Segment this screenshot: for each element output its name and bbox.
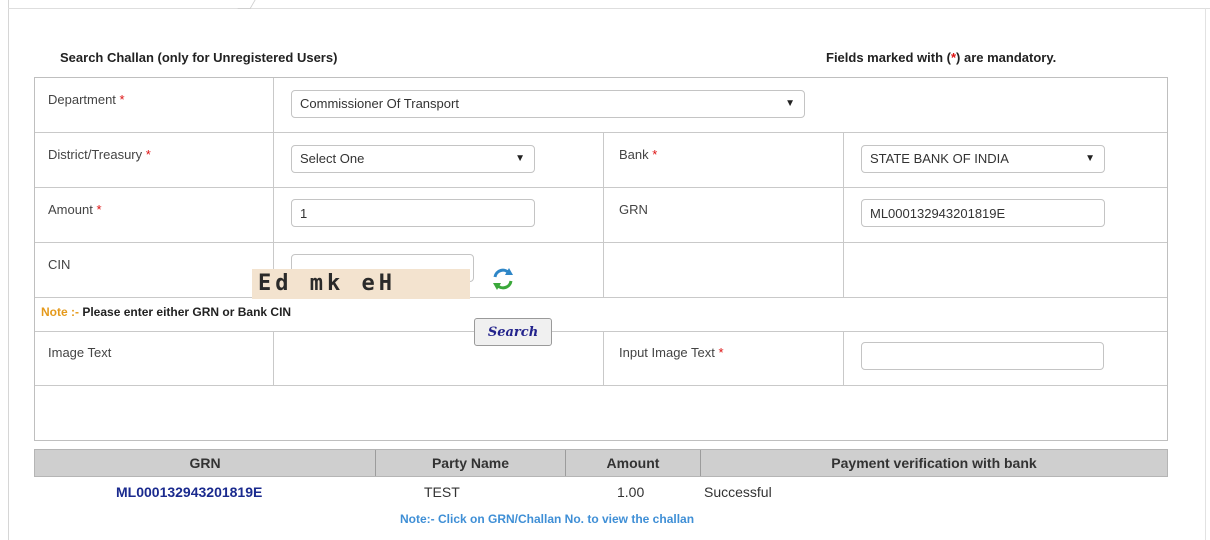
image-text-label: Image Text: [48, 345, 112, 360]
refresh-captcha-icon[interactable]: [490, 266, 516, 292]
row-divider: [35, 242, 1167, 243]
page-frame-top: [8, 8, 1210, 9]
grn-label: GRN: [619, 202, 648, 217]
department-select[interactable]: Commissioner Of Transport ▼: [291, 90, 805, 118]
row-divider: [35, 132, 1167, 133]
results-header: GRN Party Name Amount Payment verificati…: [34, 449, 1168, 477]
bank-label: Bank *: [619, 147, 658, 162]
column-header-payment-verification: Payment verification with bank: [831, 455, 1037, 471]
row-divider: [35, 331, 1167, 332]
grn-cin-note: Note :- Please enter either GRN or Bank …: [41, 305, 292, 319]
table-row: ML000132943201819E TEST 1.00 Successful: [34, 484, 1168, 508]
input-image-text-label: Input Image Text *: [619, 345, 724, 360]
department-label: Department *: [48, 92, 125, 107]
column-header-grn: GRN: [35, 450, 376, 476]
col-divider: [843, 331, 844, 385]
bank-select[interactable]: STATE BANK OF INDIA ▼: [861, 145, 1105, 173]
amount-input[interactable]: [291, 199, 535, 227]
search-form: Department * Commissioner Of Transport ▼…: [34, 77, 1168, 441]
amount-label: Amount *: [48, 202, 102, 217]
district-label: District/Treasury *: [48, 147, 151, 162]
search-button[interactable]: Search: [474, 318, 552, 346]
mandatory-note: Fields marked with (*) are mandatory.: [826, 50, 1057, 65]
col-divider: [843, 132, 844, 297]
column-header-amount: Amount: [566, 450, 701, 476]
row-divider: [35, 187, 1167, 188]
col-divider: [273, 78, 274, 132]
amount-cell: 1.00: [617, 484, 645, 500]
party-name-cell: TEST: [424, 484, 460, 500]
col-divider: [603, 331, 604, 385]
captcha-image: Ed mk eH: [252, 269, 470, 299]
chevron-down-icon: ▼: [515, 153, 525, 164]
col-divider: [273, 331, 274, 385]
page-frame-right: [1205, 8, 1206, 540]
grn-link[interactable]: ML000132943201819E: [116, 484, 262, 500]
chevron-down-icon: ▼: [785, 98, 795, 109]
chevron-down-icon: ▼: [1085, 153, 1095, 164]
page-frame-left: [8, 0, 9, 540]
row-divider: [35, 385, 1167, 386]
view-challan-note: Note:- Click on GRN/Challan No. to view …: [400, 512, 695, 526]
district-select[interactable]: Select One ▼: [291, 145, 535, 173]
column-header-party-name: Party Name: [376, 450, 566, 476]
verification-status-cell: Successful: [704, 484, 772, 500]
col-divider: [603, 132, 604, 297]
row-divider: [35, 297, 1167, 298]
cin-label: CIN: [48, 257, 71, 272]
grn-input[interactable]: [861, 199, 1105, 227]
captcha-input[interactable]: [861, 342, 1104, 370]
search-title: Search Challan (only for Unregistered Us…: [60, 50, 338, 65]
